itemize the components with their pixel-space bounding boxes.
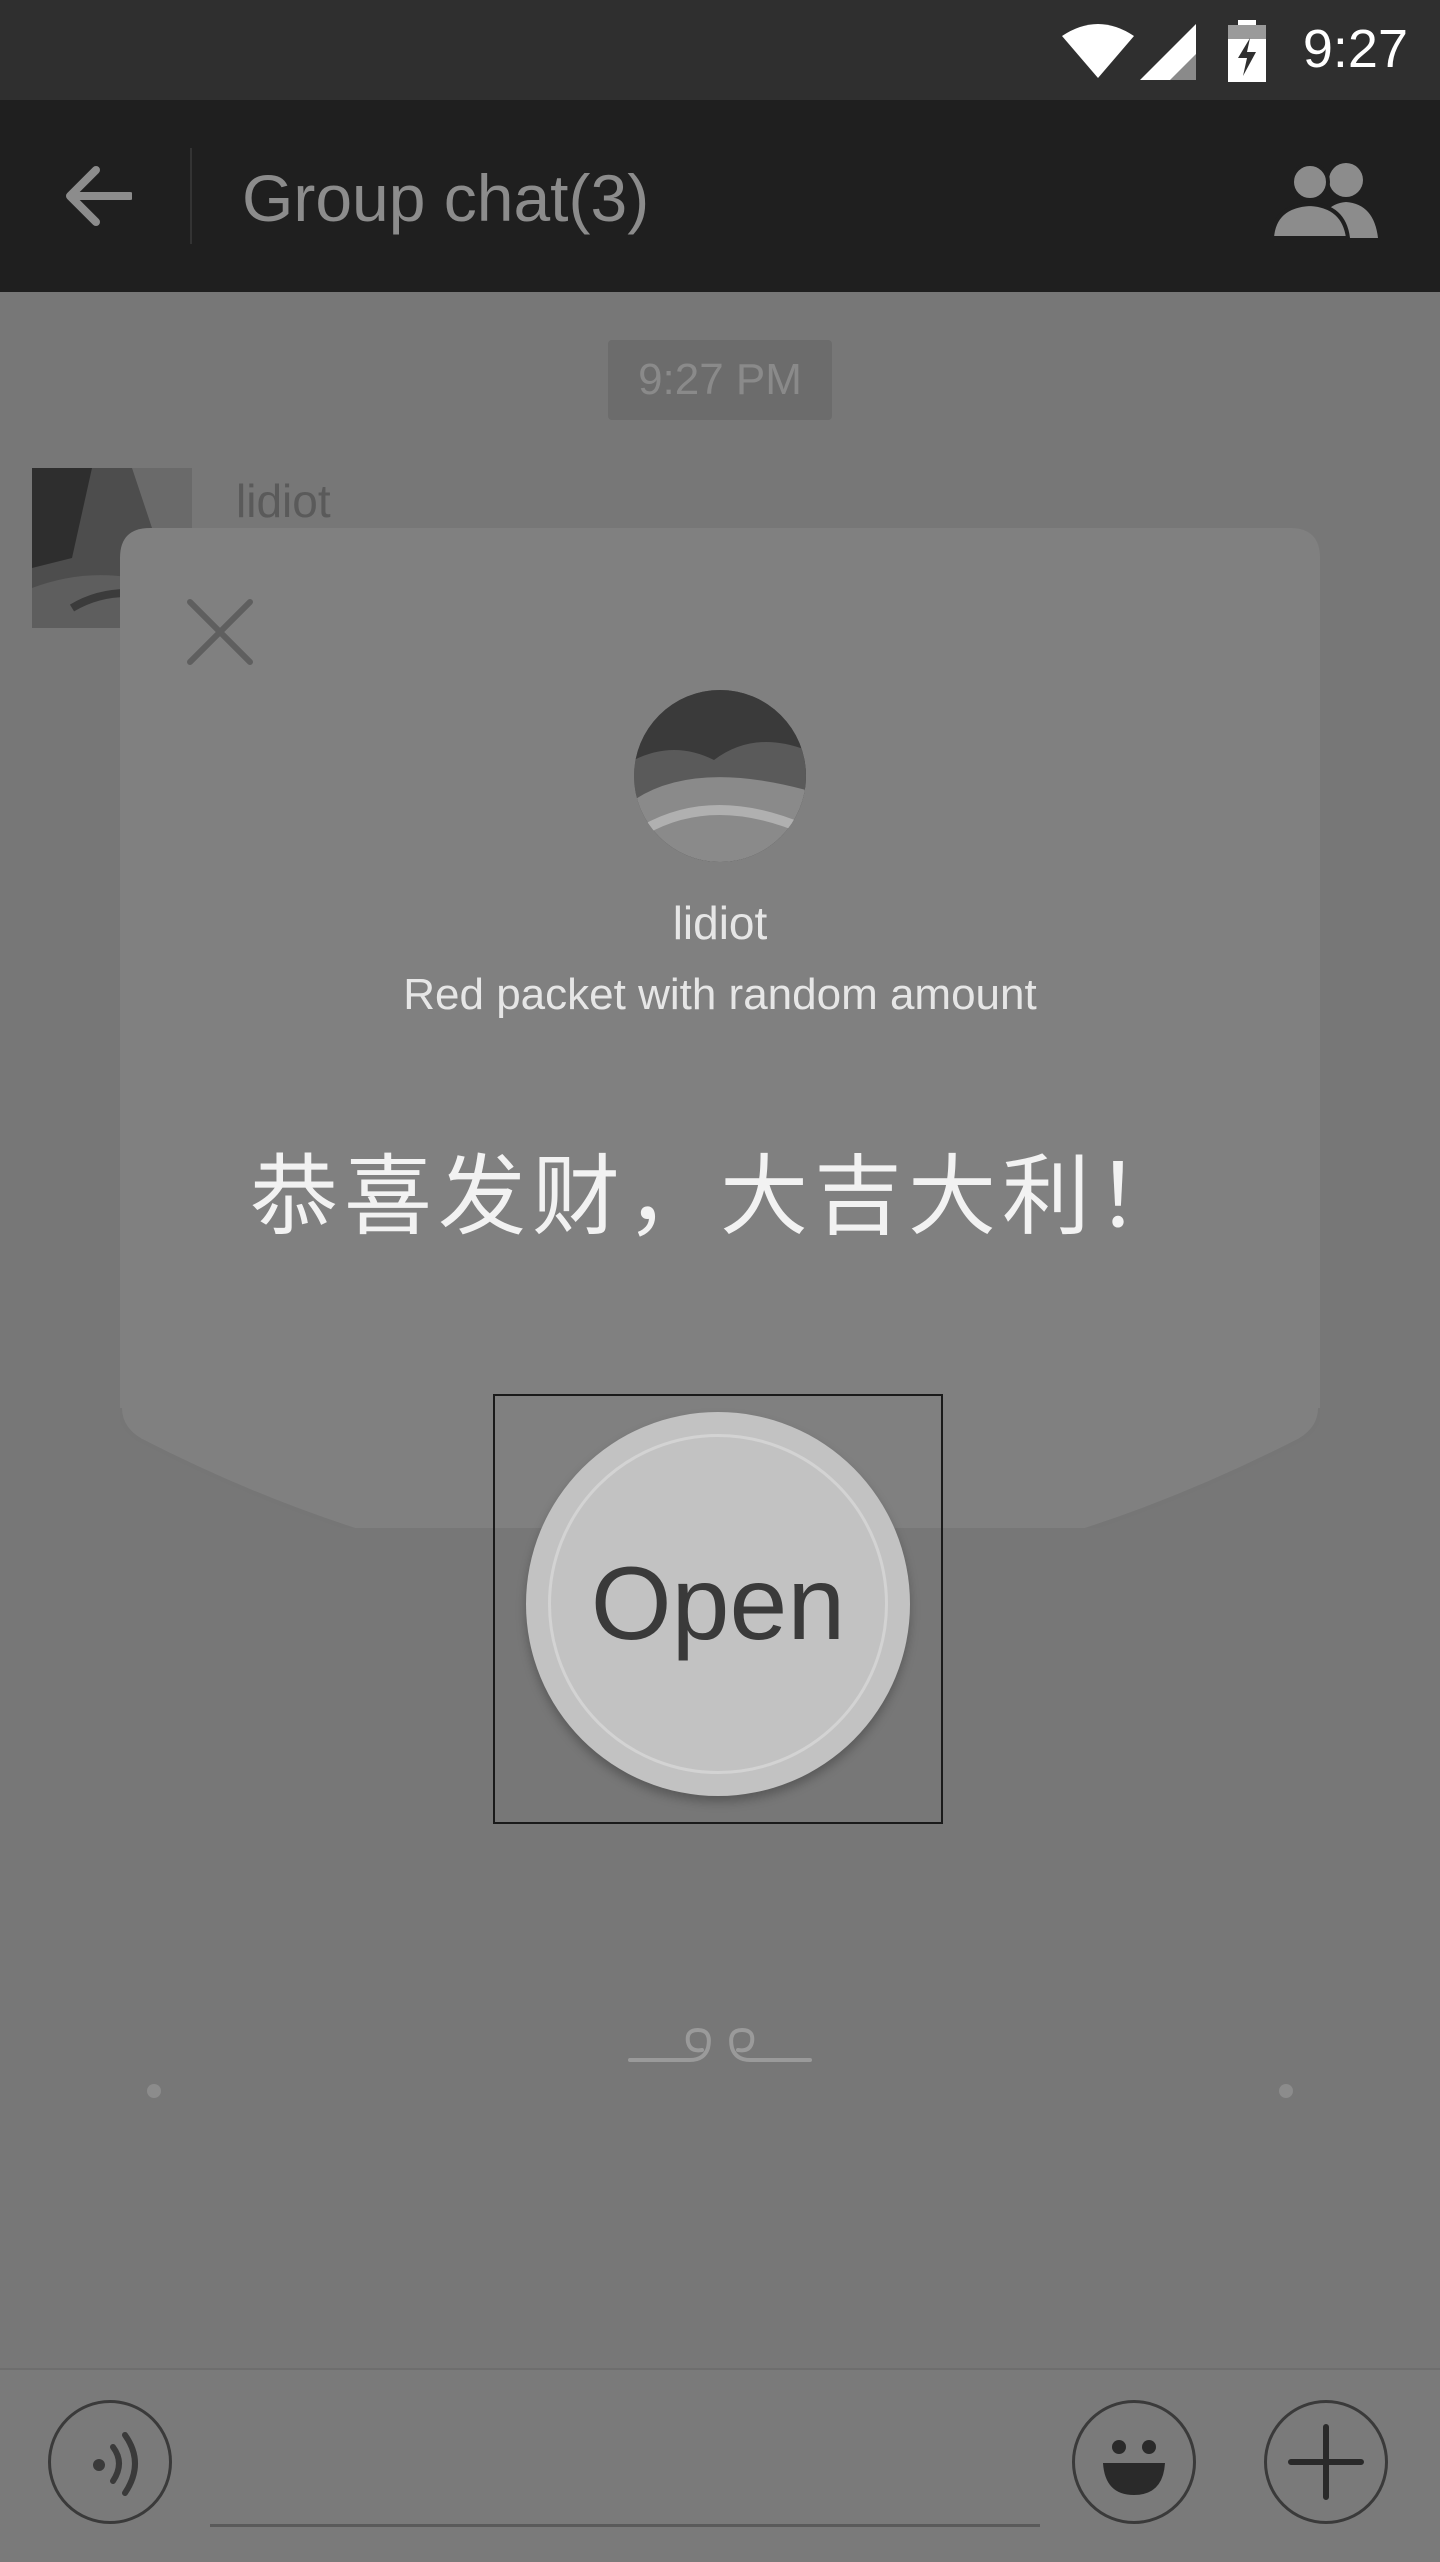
wifi-icon <box>1062 24 1134 78</box>
message-input[interactable] <box>210 2524 1040 2527</box>
close-icon[interactable] <box>180 592 260 672</box>
red-packet-sender: lidiot <box>672 897 768 949</box>
battery-charging-icon <box>1228 20 1266 82</box>
open-button-label[interactable]: Open <box>526 1412 910 1796</box>
plus-icon <box>1288 2424 1364 2500</box>
decorative-dot-left <box>147 2084 161 2098</box>
status-bar <box>0 0 1440 100</box>
input-bar <box>0 2368 1440 2562</box>
arrow-left-icon[interactable] <box>64 164 132 228</box>
signal-icon <box>1140 24 1196 80</box>
plus-button[interactable] <box>1264 2400 1388 2524</box>
swirl-ornament-icon <box>628 2027 812 2062</box>
voice-icon <box>93 2432 138 2496</box>
emoji-icon <box>1103 2440 1165 2495</box>
app-bar-divider <box>190 148 192 244</box>
app-bar <box>0 100 1440 292</box>
status-time: 9:27 <box>1302 19 1408 79</box>
red-packet-sender-avatar <box>634 690 806 862</box>
sender-name: lidiot <box>236 475 331 527</box>
page-title: Group chat(3) <box>242 161 650 235</box>
emoji-button[interactable] <box>1072 2400 1196 2524</box>
decorative-dot-right <box>1279 2084 1293 2098</box>
message-timestamp: 9:27 PM <box>608 340 832 420</box>
red-packet-description: Red packet with random amount <box>403 970 1037 1019</box>
voice-button[interactable] <box>48 2400 172 2524</box>
group-icon[interactable] <box>1268 158 1386 238</box>
red-packet-card <box>120 528 1320 1528</box>
red-packet-message: 恭喜发财，大吉大利！ <box>249 1147 1190 1246</box>
